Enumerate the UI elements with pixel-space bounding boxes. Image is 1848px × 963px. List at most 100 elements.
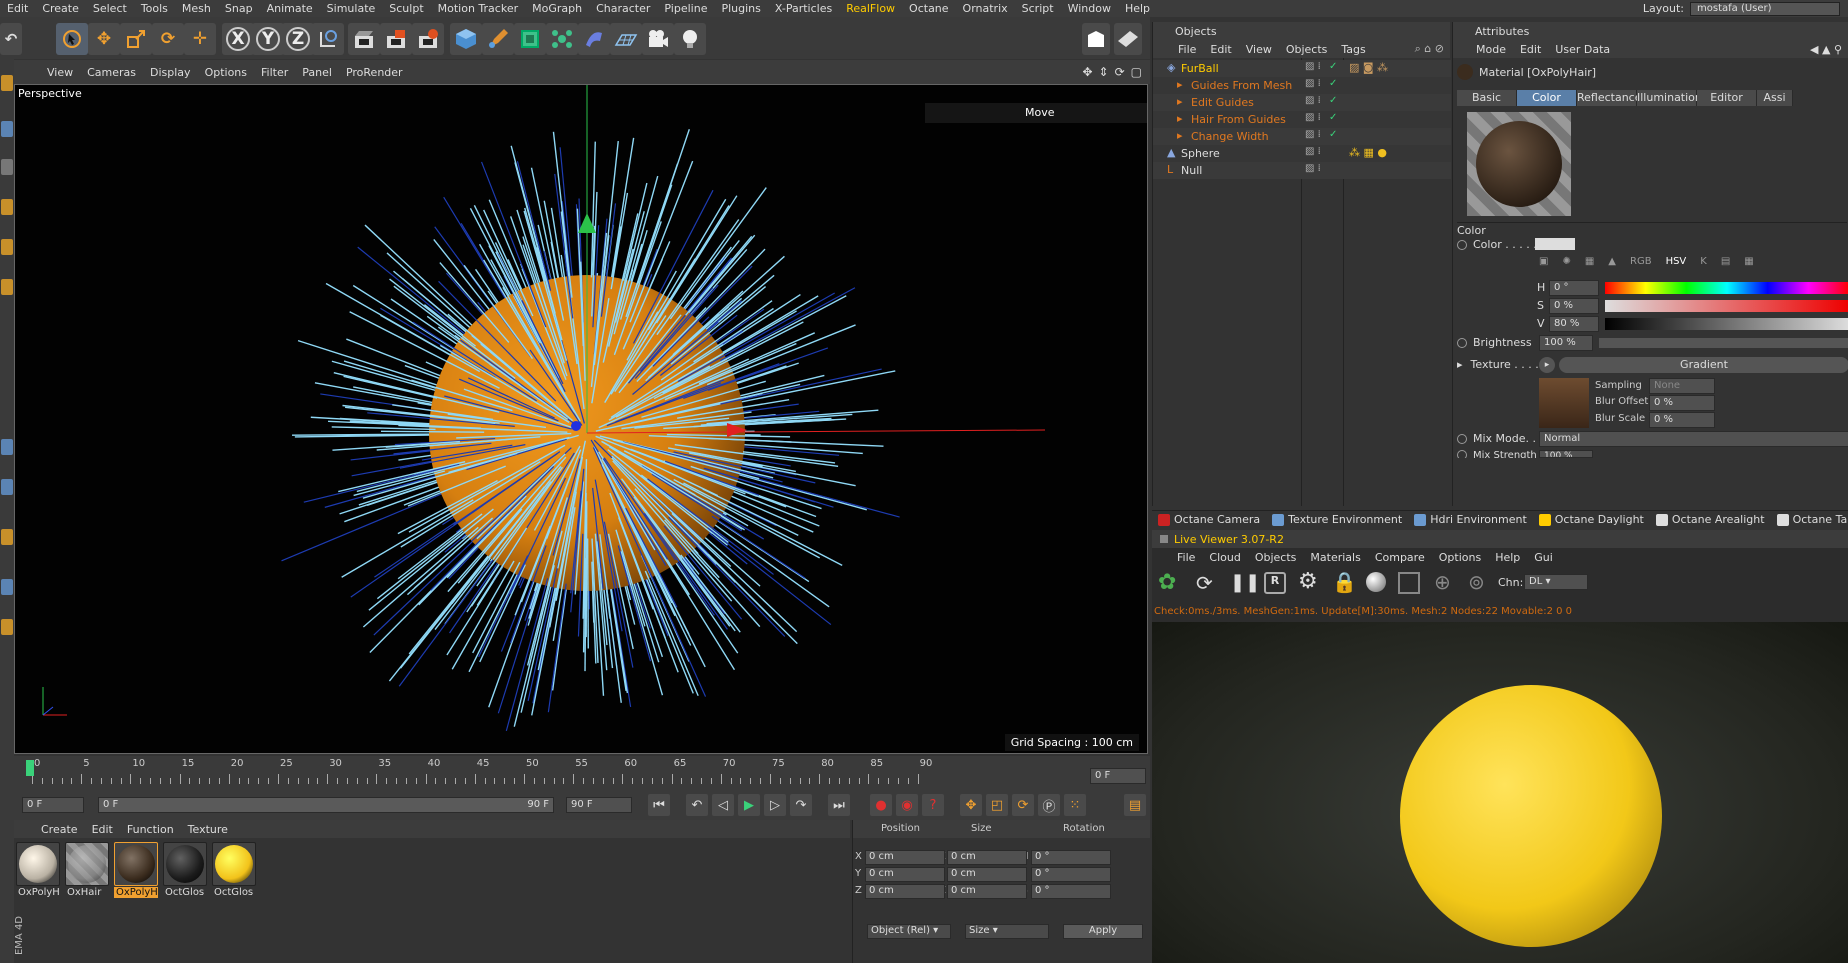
position-field[interactable]: 0 cm [865, 850, 945, 865]
tab-editor[interactable]: Editor [1697, 90, 1757, 106]
texture-expand-icon[interactable]: ▸ [1457, 358, 1463, 371]
color-picker-icon[interactable]: ▣ [1539, 256, 1548, 267]
rgb-mode-icon[interactable]: RGB [1630, 256, 1652, 267]
viewport-menu-cameras[interactable]: Cameras [80, 66, 143, 79]
liveviewer-menu-cloud[interactable]: Cloud [1202, 551, 1247, 564]
viewport-menu-options[interactable]: Options [198, 66, 254, 79]
key-point-level-icon[interactable]: ⁙ [1064, 794, 1086, 816]
attribute-nav-icon[interactable]: ◀ ▲ ⚲ [1810, 43, 1848, 56]
viewport-rotate-icon[interactable]: ⟳ [1115, 65, 1125, 79]
visibility-toggle-icon[interactable]: ▨ ⁞ [1305, 61, 1321, 72]
mix-strength-field[interactable]: 100 % [1539, 450, 1593, 458]
color-image-icon[interactable]: ▲ [1608, 256, 1616, 267]
objects-menu-edit[interactable]: Edit [1203, 43, 1238, 56]
size-field[interactable]: 0 cm [947, 867, 1027, 882]
object-tags-icon[interactable]: ▨ ◙ ⁂ [1349, 61, 1388, 74]
goto-end-icon[interactable]: ⏭ [828, 794, 850, 816]
objects-menu-tags[interactable]: Tags [1334, 43, 1372, 56]
brightness-animate-icon[interactable] [1457, 337, 1467, 348]
object-row[interactable]: ▲ Sphere ▨ ⁞ ⁂ ▦ ● [1153, 145, 1451, 162]
viewport-move-icon[interactable]: ✥ [1082, 65, 1092, 79]
tab-reflectance[interactable]: Reflectance [1577, 90, 1642, 106]
menu-x-particles[interactable]: X-Particles [768, 2, 839, 15]
undo-icon[interactable]: ↶ [0, 23, 22, 55]
texture-mode-icon[interactable] [1, 159, 13, 175]
menu-simulate[interactable]: Simulate [320, 2, 383, 15]
material-menu-create[interactable]: Create [34, 823, 85, 836]
menu-select[interactable]: Select [86, 2, 134, 15]
edit-render-settings-icon[interactable] [412, 23, 444, 55]
attributes-menu-edit[interactable]: Edit [1513, 43, 1548, 56]
pen-icon[interactable] [482, 23, 514, 55]
pick-focus-icon[interactable]: ⊕ [1434, 570, 1451, 594]
liveviewer-menu-compare[interactable]: Compare [1368, 551, 1432, 564]
goto-prev-key-icon[interactable]: ↶ [686, 794, 708, 816]
octane-icon[interactable] [1082, 23, 1110, 55]
octane-item-texture-environment[interactable]: Texture Environment [1266, 513, 1408, 526]
menu-edit[interactable]: Edit [0, 2, 35, 15]
locked-workplane-icon[interactable] [1, 579, 13, 595]
s-field[interactable]: 0 % [1549, 298, 1599, 314]
light-icon[interactable] [674, 23, 706, 55]
menu-realflow[interactable]: RealFlow [839, 2, 902, 15]
position-field[interactable]: 0 cm [865, 884, 945, 899]
visibility-toggle-icon[interactable]: ▨ ⁞ [1305, 163, 1321, 174]
objects-menu-file[interactable]: File [1171, 43, 1203, 56]
pick-material-icon[interactable]: ⊚ [1468, 570, 1485, 594]
object-mode-icon[interactable] [1, 121, 13, 137]
color-animate-icon[interactable] [1457, 239, 1467, 250]
apply-button[interactable]: Apply [1063, 924, 1143, 939]
size-mode-dropdown[interactable]: Size ▾ [965, 924, 1049, 939]
points-mode-icon[interactable] [1, 199, 13, 215]
prev-frame-icon[interactable]: ◁ [712, 794, 734, 816]
rotate-icon[interactable]: ⟳ [152, 23, 184, 55]
objects-menu-objects[interactable]: Objects [1279, 43, 1335, 56]
autokey-icon[interactable]: ◉ [896, 794, 918, 816]
render-view-icon[interactable] [348, 23, 380, 55]
coordinate-system-icon[interactable] [312, 23, 344, 55]
octane-item-octane-tar[interactable]: Octane Tar [1771, 513, 1848, 526]
key-parameter-icon[interactable]: Ⓟ [1038, 794, 1060, 816]
edges-mode-icon[interactable] [1, 239, 13, 255]
object-row[interactable]: ▸ Guides From Mesh ▨ ⁞ ✓ [1153, 77, 1451, 94]
material-icon[interactable] [1114, 23, 1142, 55]
camera-icon[interactable] [642, 23, 674, 55]
play-icon[interactable]: ▶ [738, 794, 760, 816]
material-menu-edit[interactable]: Edit [85, 823, 120, 836]
material-swatch[interactable] [16, 842, 60, 886]
restart-render-icon[interactable]: ⟳ [1196, 572, 1213, 594]
tab-assi[interactable]: Assi [1757, 90, 1793, 106]
color-swatch[interactable] [1535, 238, 1575, 250]
render-picture-viewer-icon[interactable] [380, 23, 412, 55]
workplane-icon[interactable] [1, 529, 13, 545]
deformer-icon[interactable] [578, 23, 610, 55]
visibility-toggle-icon[interactable]: ▨ ⁞ [1305, 129, 1321, 140]
object-tags-icon[interactable]: ⁂ ▦ ● [1349, 146, 1387, 159]
viewport-menu-prorender[interactable]: ProRender [339, 66, 410, 79]
planar-workplane-icon[interactable] [1, 619, 13, 635]
current-frame-field[interactable]: 0 F [1090, 768, 1146, 784]
range-slider[interactable]: 0 F 90 F [98, 797, 554, 813]
menu-sculpt[interactable]: Sculpt [382, 2, 430, 15]
enabled-check-icon[interactable]: ✓ [1329, 95, 1337, 106]
liveviewer-menu-file[interactable]: File [1170, 551, 1202, 564]
mix-mode-dropdown[interactable]: Normal [1539, 431, 1848, 447]
x-axis-icon[interactable]: X [222, 23, 254, 55]
liveviewer-menu-options[interactable]: Options [1432, 551, 1488, 564]
object-search-icon[interactable]: ⌕ ⌂ ⊘ [1415, 42, 1450, 56]
viewport-scroll-icon[interactable]: ⇕ [1099, 65, 1109, 79]
blur-scale-field[interactable]: 0 % [1649, 412, 1715, 428]
playhead[interactable] [26, 760, 34, 776]
render-view[interactable] [1152, 622, 1848, 963]
timeline-ruler[interactable]: 0 5 10 15 20 25 30 35 40 45 50 55 60 65 70 75 80 85 90 0 F [14, 756, 1150, 790]
z-axis-icon[interactable]: Z [282, 23, 314, 55]
octane-item-octane-daylight[interactable]: Octane Daylight [1533, 513, 1650, 526]
z-axis-handle[interactable] [571, 421, 581, 431]
recent-tool-icon[interactable]: ✛ [184, 23, 216, 55]
layout-dropdown[interactable]: mostafa (User) [1690, 1, 1840, 16]
object-row[interactable]: ▸ Change Width ▨ ⁞ ✓ [1153, 128, 1451, 145]
channel-dropdown[interactable]: DL ▾ [1524, 574, 1588, 590]
perspective-viewport[interactable]: Perspective Move Grid Spacing : 100 cm [14, 84, 1148, 754]
menu-plugins[interactable]: Plugins [714, 2, 767, 15]
mixer-mode-icon[interactable]: ▤ [1721, 256, 1730, 267]
